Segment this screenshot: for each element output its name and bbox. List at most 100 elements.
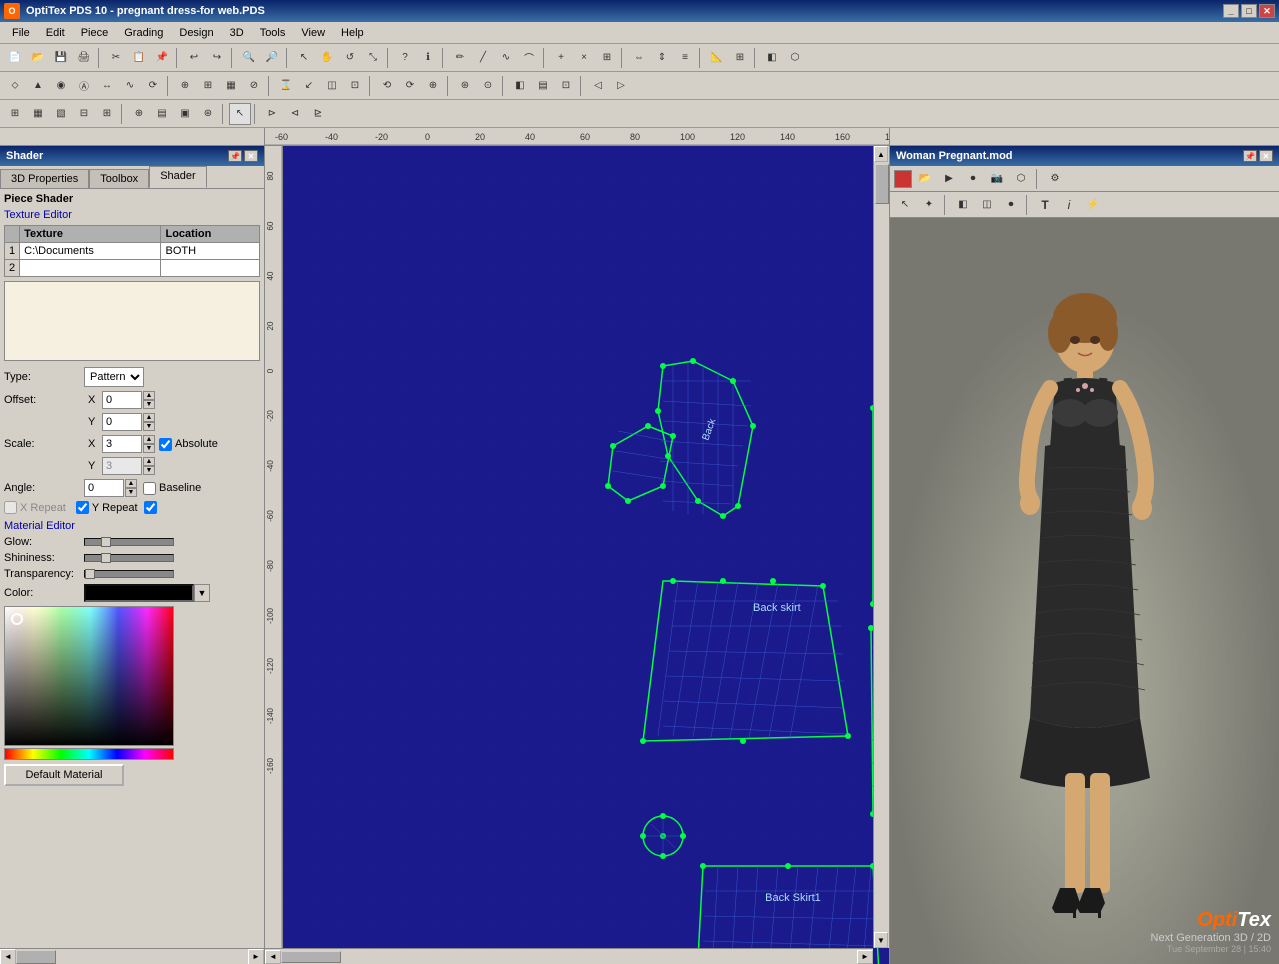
scale-y-up[interactable]: ▲ — [143, 457, 155, 466]
tb3-9[interactable]: ⊛ — [197, 103, 219, 125]
close-button[interactable]: ✕ — [1259, 4, 1275, 18]
maximize-button[interactable]: □ — [1241, 4, 1257, 18]
3d-tb-cam[interactable]: 📷 — [986, 168, 1008, 190]
repeat-extra-checkbox[interactable] — [144, 501, 157, 514]
3d-panel-close-button[interactable]: ✕ — [1259, 150, 1273, 162]
row1-texture[interactable]: C:\Documents — [20, 243, 161, 260]
menu-view[interactable]: View — [293, 25, 333, 41]
hscroll-right[interactable]: ► — [857, 950, 873, 964]
hscroll-thumb[interactable] — [281, 951, 341, 963]
vscroll-up[interactable]: ▲ — [874, 146, 888, 162]
3d-tb-settings[interactable]: ⚙ — [1044, 168, 1066, 190]
menu-file[interactable]: File — [4, 25, 38, 41]
tb3-10[interactable]: ⊳ — [261, 103, 283, 125]
3d-tb2-view[interactable]: ◧ — [952, 194, 974, 216]
tb2-17[interactable]: ⟳ — [399, 75, 421, 97]
tb3-7[interactable]: ▤ — [151, 103, 173, 125]
tb2-7[interactable]: ⟳ — [142, 75, 164, 97]
texture-row-1[interactable]: 1 C:\Documents BOTH — [5, 243, 260, 260]
tb-paste[interactable]: 📌 — [151, 47, 173, 69]
tb-3d-view[interactable]: ⬡ — [784, 47, 806, 69]
menu-grading[interactable]: Grading — [116, 25, 171, 41]
tb-flip[interactable]: ⇕ — [651, 47, 673, 69]
minimize-button[interactable]: _ — [1223, 4, 1239, 18]
3d-tb2-i[interactable]: i — [1058, 194, 1080, 216]
scale-y-spinner[interactable]: ▲ ▼ — [143, 457, 155, 475]
tb2-23[interactable]: ⊡ — [555, 75, 577, 97]
offset-x-down[interactable]: ▼ — [143, 400, 155, 409]
title-bar-buttons[interactable]: _ □ ✕ — [1223, 4, 1275, 18]
tab-toolbox[interactable]: Toolbox — [89, 169, 149, 188]
3d-tb2-cam2[interactable]: ◫ — [976, 194, 998, 216]
tb-line[interactable]: ╱ — [472, 47, 494, 69]
menu-tools[interactable]: Tools — [252, 25, 294, 41]
tb2-11[interactable]: ⊘ — [243, 75, 265, 97]
tb2-15[interactable]: ⊡ — [344, 75, 366, 97]
color-picker[interactable] — [4, 606, 174, 746]
canvas-hscroll[interactable]: ◄ ► — [265, 948, 873, 964]
tb3-8[interactable]: ▣ — [174, 103, 196, 125]
3d-tb-rec[interactable]: ⏺ — [962, 168, 984, 190]
tb2-14[interactable]: ◫ — [321, 75, 343, 97]
tb2-13[interactable]: ↙ — [298, 75, 320, 97]
tb-move[interactable]: ✋ — [316, 47, 338, 69]
row2-location[interactable] — [161, 260, 260, 277]
3d-panel-title-buttons[interactable]: 📌 ✕ — [1243, 150, 1273, 162]
offset-x-input[interactable] — [102, 391, 142, 409]
tb2-16[interactable]: ⟲ — [376, 75, 398, 97]
tb3-12[interactable]: ⊵ — [307, 103, 329, 125]
tb2-8[interactable]: ⊕ — [174, 75, 196, 97]
baseline-checkbox[interactable] — [143, 482, 156, 495]
shader-title-buttons[interactable]: 📌 ✕ — [228, 150, 258, 162]
tb-copy[interactable]: 📋 — [128, 47, 150, 69]
tb-rotate[interactable]: ↺ — [339, 47, 361, 69]
menu-design[interactable]: Design — [171, 25, 221, 41]
row1-location[interactable]: BOTH — [161, 243, 260, 260]
tab-shader[interactable]: Shader — [149, 166, 206, 188]
shader-scrollbar[interactable]: ◄ ► — [0, 948, 264, 964]
tb-cut[interactable]: ✂ — [105, 47, 127, 69]
angle-up[interactable]: ▲ — [125, 479, 137, 488]
scroll-right-btn[interactable]: ► — [248, 949, 264, 964]
tb-mirror[interactable]: ⇔ — [628, 47, 650, 69]
scale-x-up[interactable]: ▲ — [143, 435, 155, 444]
scale-y-input[interactable] — [102, 457, 142, 475]
tb2-18[interactable]: ⊕ — [422, 75, 444, 97]
tb-layer[interactable]: ◧ — [761, 47, 783, 69]
3d-tb-open[interactable]: 📂 — [914, 168, 936, 190]
tb-align[interactable]: ≡ — [674, 47, 696, 69]
3d-tb2-rec2[interactable]: ⏺ — [1000, 194, 1022, 216]
tb3-4[interactable]: ⊟ — [73, 103, 95, 125]
scroll-thumb[interactable] — [16, 950, 56, 964]
3d-tb-mesh[interactable]: ⬡ — [1010, 168, 1032, 190]
tb3-2[interactable]: ▦ — [27, 103, 49, 125]
tb-curve[interactable]: ∿ — [495, 47, 517, 69]
tb3-1[interactable]: ⊞ — [4, 103, 26, 125]
tb2-25[interactable]: ▷ — [610, 75, 632, 97]
tb2-22[interactable]: ▤ — [532, 75, 554, 97]
scale-y-down[interactable]: ▼ — [143, 466, 155, 475]
shininess-slider[interactable] — [84, 554, 174, 562]
hue-bar[interactable] — [4, 748, 174, 760]
tb-add-point[interactable]: + — [550, 47, 572, 69]
tab-3d-properties[interactable]: 3D Properties — [0, 169, 89, 188]
tb-save[interactable]: 💾 — [50, 47, 72, 69]
glow-slider[interactable] — [84, 538, 174, 546]
offset-y-up[interactable]: ▲ — [143, 413, 155, 422]
tb-del-point[interactable]: × — [573, 47, 595, 69]
tb-help[interactable]: ? — [394, 47, 416, 69]
tb2-10[interactable]: ▦ — [220, 75, 242, 97]
absolute-checkbox[interactable] — [159, 438, 172, 451]
menu-3d[interactable]: 3D — [222, 25, 252, 41]
vscroll-down[interactable]: ▼ — [874, 932, 888, 948]
tb-measure[interactable]: 📐 — [706, 47, 728, 69]
tb2-19[interactable]: ⊛ — [454, 75, 476, 97]
transparency-slider[interactable] — [84, 570, 174, 578]
tb2-20[interactable]: ⊙ — [477, 75, 499, 97]
shader-close-button[interactable]: ✕ — [244, 150, 258, 162]
row2-texture[interactable] — [20, 260, 161, 277]
tb-scale[interactable]: ⤡ — [362, 47, 384, 69]
tb-select[interactable]: ↖ — [293, 47, 315, 69]
3d-tb2-t[interactable]: T — [1034, 194, 1056, 216]
tb-open[interactable]: 📂 — [27, 47, 49, 69]
